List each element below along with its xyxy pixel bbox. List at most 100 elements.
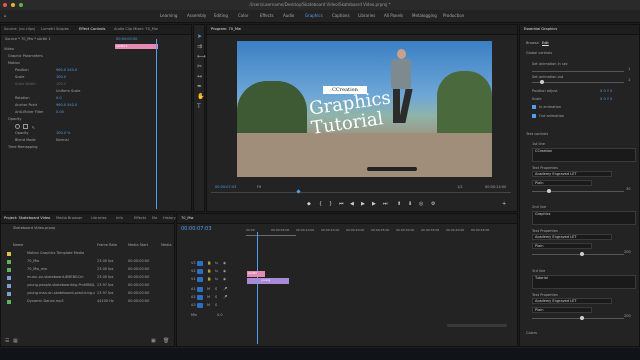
selection-tool-icon[interactable]: ➤: [197, 33, 202, 40]
slip-icon[interactable]: ↔: [197, 73, 202, 80]
font-select[interactable]: Academy Engraved LET: [532, 234, 612, 240]
font-select[interactable]: Academy Engraved LET: [532, 298, 612, 304]
text-block-input[interactable]: Graphics: [532, 211, 636, 225]
workspace-tab[interactable]: Editing: [214, 13, 228, 18]
tab-ma[interactable]: Ma: [152, 216, 157, 220]
track-target[interactable]: [197, 303, 203, 308]
ec-clip-bar[interactable]: sArtbl 1: [115, 44, 158, 49]
mark-out-icon[interactable]: }: [329, 201, 332, 207]
col-media[interactable]: Media: [161, 243, 172, 247]
blend-mode-select[interactable]: Normal: [56, 138, 69, 142]
quality-dropdown[interactable]: 1/2: [457, 185, 463, 189]
in-animation-checkbox[interactable]: [532, 105, 536, 109]
ec-value[interactable]: 0.00: [56, 110, 64, 114]
mask-tools[interactable]: ✎: [15, 124, 35, 130]
solo-icon[interactable]: S: [215, 303, 217, 307]
workspace-tab-active[interactable]: Graphics: [305, 13, 323, 18]
mute-icon[interactable]: M: [207, 295, 210, 299]
font-size-value[interactable]: 200: [624, 314, 631, 318]
add-marker-icon[interactable]: ◆: [307, 201, 311, 207]
rectangle-mask-icon[interactable]: [23, 124, 29, 129]
position-adjust-values[interactable]: X 0 Y 0: [600, 89, 612, 93]
eg-value[interactable]: 1: [628, 78, 630, 82]
font-size-knob[interactable]: [580, 316, 584, 320]
workspace-tab[interactable]: Libraries: [358, 13, 375, 18]
sync-icon[interactable]: ⇆: [215, 277, 218, 281]
list-view-icon[interactable]: ☰: [5, 338, 9, 344]
workspace-tab[interactable]: Audio: [283, 13, 294, 18]
sync-icon[interactable]: ⇆: [215, 269, 218, 273]
ec-row[interactable]: Graphic Parameters: [8, 54, 43, 58]
ec-row[interactable]: Opacity: [8, 117, 21, 121]
font-style-select[interactable]: Plain: [532, 243, 592, 249]
uniform-scale-checkbox[interactable]: Uniform Scale: [56, 89, 80, 93]
font-size-slider[interactable]: [532, 318, 624, 319]
extract-icon[interactable]: ⬇: [408, 201, 412, 207]
graphic-clip[interactable]: sArtbl: [247, 271, 265, 277]
icon-view-icon[interactable]: ▦: [13, 338, 18, 344]
ec-row[interactable]: Motion: [8, 61, 20, 65]
track-target[interactable]: [197, 277, 203, 282]
solo-icon[interactable]: S: [215, 287, 217, 291]
home-icon[interactable]: ⌂: [4, 13, 7, 18]
tab-lumetri[interactable]: Lumetri Scopes: [41, 27, 69, 31]
font-size-slider[interactable]: [532, 254, 624, 255]
program-video-frame[interactable]: CCreation Graphics Tutorial: [237, 41, 492, 177]
tab-history[interactable]: History: [163, 216, 176, 220]
eg-colors[interactable]: Colors: [526, 331, 537, 335]
mute-icon[interactable]: M: [207, 287, 210, 291]
eye-icon[interactable]: ◉: [223, 269, 226, 273]
workspace-tab[interactable]: Assembly: [187, 13, 206, 18]
font-size-value[interactable]: 30: [626, 187, 630, 191]
lift-icon[interactable]: ⬆: [397, 201, 401, 207]
ellipse-mask-icon[interactable]: [15, 124, 20, 129]
settings-icon[interactable]: ⚙: [431, 201, 435, 207]
essential-graphics-title[interactable]: Essential Graphics: [524, 27, 557, 31]
workspace-tab[interactable]: Color: [238, 13, 248, 18]
tab-libraries[interactable]: Libraries: [91, 216, 107, 220]
scrub-bar[interactable]: [211, 192, 511, 193]
go-to-out-icon[interactable]: ⏭: [383, 201, 388, 207]
text-block-input[interactable]: Tutorial: [532, 275, 636, 289]
ec-playhead[interactable]: [156, 39, 157, 209]
col-name[interactable]: Name: [13, 243, 23, 247]
out-animation-checkbox[interactable]: [532, 114, 536, 118]
pen-tool-icon[interactable]: ✒: [197, 83, 202, 90]
video-clip[interactable]: young: [247, 278, 289, 284]
font-size-slider[interactable]: [532, 191, 624, 192]
ec-row[interactable]: Time Remapping: [8, 145, 38, 149]
step-forward-icon[interactable]: ▶: [372, 201, 376, 207]
anim-out-slider[interactable]: [532, 82, 624, 83]
add-button-icon[interactable]: +: [502, 201, 506, 207]
workspace-tab[interactable]: Effects: [260, 13, 274, 18]
col-media-start[interactable]: Media Start: [128, 243, 148, 247]
ec-timecode[interactable]: 00:00:00:00: [116, 37, 137, 41]
anim-out-knob[interactable]: [540, 80, 544, 84]
eye-icon[interactable]: ◉: [223, 261, 226, 265]
ec-value[interactable]: 960.0 540.0: [56, 103, 77, 107]
ec-value[interactable]: 0.0: [56, 96, 62, 100]
tab-sequence[interactable]: 70_Mw: [181, 216, 193, 220]
font-size-knob[interactable]: [580, 252, 584, 256]
eye-icon[interactable]: ◉: [223, 277, 226, 281]
track-target[interactable]: [197, 287, 203, 292]
tab-project[interactable]: Project: Skateboard Video: [4, 216, 50, 220]
program-timecode[interactable]: 00:00:07:03: [215, 185, 236, 189]
workspace-tab[interactable]: Production: [443, 13, 464, 18]
lock-icon[interactable]: 🔒: [207, 277, 211, 281]
eg-global-controls[interactable]: Global controls: [526, 51, 552, 55]
eg-text-controls[interactable]: Text controls: [526, 132, 548, 136]
tab-source[interactable]: Source: (no clips): [4, 27, 35, 31]
solo-icon[interactable]: S: [215, 295, 217, 299]
mark-in-icon[interactable]: {: [319, 201, 322, 207]
anim-in-slider[interactable]: [532, 71, 624, 72]
font-style-select[interactable]: Plain: [532, 307, 592, 313]
mix-level[interactable]: 0.0: [217, 313, 223, 317]
scale-values[interactable]: X 0 Y 0: [600, 97, 612, 101]
sync-icon[interactable]: ⇆: [215, 261, 218, 265]
eg-value[interactable]: 1: [628, 67, 630, 71]
track-target[interactable]: [197, 269, 203, 274]
tab-effect-controls[interactable]: Effect Controls: [79, 27, 105, 31]
tab-info[interactable]: Info: [116, 216, 123, 220]
font-size-knob[interactable]: [547, 189, 551, 193]
